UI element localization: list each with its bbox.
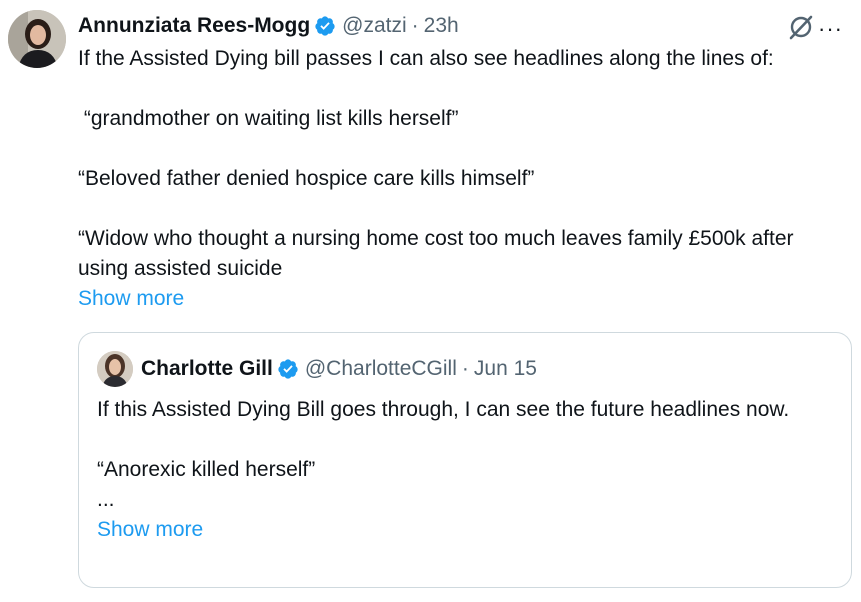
verified-badge-icon [278, 359, 298, 379]
tweet-paragraph: “Widow who thought a nursing home cost t… [78, 227, 794, 280]
quoted-tweet-paragraph: “Anorexic killed herself” [97, 458, 316, 481]
quoted-tweet-text: If this Assisted Dying Bill goes through… [97, 395, 837, 545]
quoted-tweet-card[interactable]: Charlotte Gill @CharlotteCGill · Jun 15 … [78, 332, 852, 588]
author-handle[interactable]: @zatzi [342, 14, 407, 38]
quoted-tweet-paragraph: ... [97, 488, 115, 511]
tweet-text: If the Assisted Dying bill passes I can … [78, 44, 848, 314]
quoted-tweet-timestamp[interactable]: Jun 15 [474, 357, 537, 381]
separator-dot: · [411, 14, 419, 37]
quoted-tweet-header: Charlotte Gill @CharlotteCGill · Jun 15 [141, 355, 537, 383]
verified-badge-icon [315, 16, 335, 36]
show-more-link[interactable]: Show more [78, 284, 848, 314]
quoted-author-name[interactable]: Charlotte Gill [141, 357, 273, 381]
author-name[interactable]: Annunziata Rees-Mogg [78, 14, 310, 38]
tweet-timestamp[interactable]: 23h [424, 14, 459, 38]
quoted-tweet-paragraph: If this Assisted Dying Bill goes through… [97, 398, 790, 421]
more-options-icon[interactable]: ··· [818, 16, 843, 42]
quoted-author-handle[interactable]: @CharlotteCGill [305, 357, 457, 381]
quoted-show-more-link[interactable]: Show more [97, 515, 837, 545]
tweet-header: Annunziata Rees-Mogg @zatzi · 23h [78, 12, 459, 40]
grok-icon[interactable] [787, 13, 815, 41]
tweet-paragraph: “Beloved father denied hospice care kill… [78, 167, 535, 190]
tweet-paragraph: If the Assisted Dying bill passes I can … [78, 47, 774, 70]
quoted-author-avatar[interactable] [97, 351, 133, 387]
tweet-paragraph: “grandmother on waiting list kills herse… [78, 107, 459, 130]
author-avatar[interactable] [8, 10, 66, 68]
separator-dot: · [461, 357, 469, 380]
